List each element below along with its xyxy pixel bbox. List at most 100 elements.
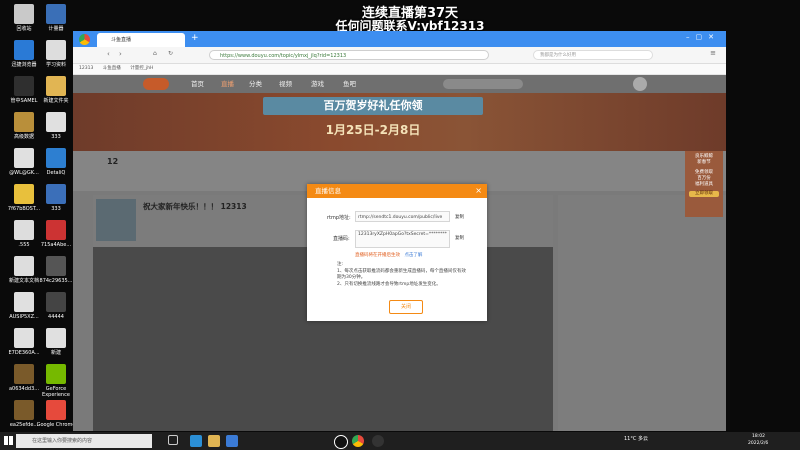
- new-tab-button[interactable]: +: [191, 33, 199, 43]
- desktop-icon-label: GeForce Experience: [42, 386, 70, 398]
- warning-message: 直播码将在开播后生效: [355, 253, 400, 258]
- desktop-icon[interactable]: DetaliQ: [36, 148, 76, 176]
- desktop-icon-image: [46, 40, 66, 60]
- key-label: 直播码:: [333, 236, 350, 242]
- note-1: 1、每次点击获取推流码都会重新生成直播码，每个直播间仅有效期为30分钟。: [337, 269, 466, 280]
- clock-time[interactable]: 18:02: [752, 434, 765, 439]
- desktop-icon[interactable]: 计量器: [36, 4, 76, 32]
- douyu-logo[interactable]: [143, 78, 169, 90]
- desktop-icon-image: [46, 292, 66, 312]
- folder-icon[interactable]: [208, 435, 220, 447]
- side-promo-title: 良乐鲸鲸 新春节: [695, 154, 713, 165]
- chrome-icon[interactable]: [352, 435, 364, 447]
- forward-icon[interactable]: ›: [119, 50, 122, 58]
- bookmark-2[interactable]: 斗鱼直播: [103, 66, 121, 71]
- desktop-icon-label: 新建文件夹: [43, 98, 69, 104]
- desktop-icon-label: Google Chrome: [36, 422, 76, 428]
- qq-icon[interactable]: [334, 435, 348, 449]
- desktop-icon-label: 715a4Abe...: [40, 242, 72, 248]
- menu-icon[interactable]: ≡: [710, 49, 716, 57]
- desktop-icon-image: [46, 220, 66, 240]
- desktop-icon-label: 44444: [48, 314, 64, 320]
- close-button[interactable]: 关闭: [389, 300, 423, 314]
- side-promo-gift: 免费领取 百万份 福利道具: [695, 170, 713, 187]
- copy-rtmp-button[interactable]: 复制: [455, 214, 464, 220]
- side-promo[interactable]: 良乐鲸鲸 新春节 免费领取 百万份 福利道具 立即领取: [685, 151, 723, 217]
- modal-header: 直播信息 ×: [307, 184, 487, 198]
- desktop-icon[interactable]: 874c29635...: [36, 256, 76, 284]
- start-icon[interactable]: [4, 436, 13, 445]
- desktop-icon[interactable]: 333: [36, 112, 76, 140]
- room-count: 12: [107, 157, 119, 166]
- desktop-icon-image: [14, 328, 34, 348]
- window-controls[interactable]: –▢✕: [686, 33, 720, 41]
- nav-game[interactable]: 游戏: [311, 75, 324, 93]
- desktop-icon[interactable]: 715a4Abe...: [36, 220, 76, 248]
- desktop-icon[interactable]: 新建文件夹: [36, 76, 76, 104]
- desktop-icon[interactable]: 333: [36, 184, 76, 212]
- url-input[interactable]: https://www.douyu.com/topic/ylmxj_jlq?ri…: [209, 50, 489, 60]
- desktop-icon-image: [46, 328, 66, 348]
- rtmp-field[interactable]: rtmp://sendtc1.douyu.com/public/live: [355, 211, 450, 222]
- desktop-icon-label: 333: [51, 134, 61, 140]
- nav-home[interactable]: 首页: [191, 75, 204, 93]
- browser-logo-icon[interactable]: [79, 34, 90, 45]
- weather[interactable]: 11°C 多云: [624, 435, 648, 442]
- desktop-icon-image: [14, 256, 34, 276]
- room-title: 祝大家新年快乐！！！ 12313: [143, 202, 247, 211]
- browser-tab[interactable]: 斗鱼直播: [97, 33, 185, 47]
- nav-live[interactable]: 直播: [221, 75, 234, 93]
- copy-key-button[interactable]: 复制: [455, 235, 464, 241]
- desktop-icon-image: [46, 148, 66, 168]
- edge-icon[interactable]: [190, 435, 202, 447]
- key-field[interactable]: 12313ryXZpH0apGo?txSecret=********: [355, 230, 450, 248]
- nav-video[interactable]: 视频: [279, 75, 292, 93]
- user-avatar[interactable]: [633, 77, 647, 91]
- home-icon[interactable]: ⌂: [153, 50, 157, 57]
- desktop-icon-label: 新建: [50, 350, 61, 356]
- store-icon[interactable]: [226, 435, 238, 447]
- task-view-icon[interactable]: [168, 435, 178, 445]
- side-promo-button[interactable]: 立即领取: [689, 191, 719, 197]
- desktop-icon[interactable]: Google Chrome: [36, 400, 76, 428]
- streamer-avatar[interactable]: [96, 199, 136, 241]
- desktop-icon-image: [14, 76, 34, 96]
- desktop-icon[interactable]: 学习资料: [36, 40, 76, 68]
- promo-banner[interactable]: 百万贺岁好礼任你领 1月25日-2月8日: [73, 93, 726, 151]
- modal-title: 直播信息: [315, 187, 341, 195]
- desktop-icon[interactable]: GeForce Experience: [36, 364, 76, 398]
- desktop-icon-image: [46, 364, 66, 384]
- desktop-icon-image: [46, 184, 66, 204]
- back-icon[interactable]: ‹: [107, 50, 110, 58]
- address-bar: ‹ › ⌂ ↻ https://www.douyu.com/topic/ylmx…: [73, 47, 726, 64]
- clock-date[interactable]: 2022/2/6: [748, 441, 768, 446]
- bookmark-3[interactable]: 计量控_jhH: [130, 66, 153, 71]
- learn-more-link[interactable]: 点击了解: [404, 253, 422, 258]
- bookmarks-bar: 12313 斗鱼直播 计量控_jhH: [73, 64, 726, 75]
- bookmark-1[interactable]: 12313: [79, 66, 93, 71]
- desktop-icon-image: [14, 184, 34, 204]
- banner-date: 1月25日-2月8日: [325, 123, 421, 137]
- taskbar-search-input[interactable]: 在这里输入你要搜索的内容: [16, 434, 152, 448]
- desktop-icon[interactable]: 新建: [36, 328, 76, 356]
- browser-search-box[interactable]: 我都是为什么好用: [533, 50, 653, 60]
- desktop-icon-label: 学习资料: [45, 62, 66, 68]
- taskbar: 在这里输入你要搜索的内容 11°C 多云 18:02 2022/2/6: [0, 432, 800, 450]
- desktop-icon-image: [14, 292, 34, 312]
- site-search-input[interactable]: [443, 79, 523, 89]
- desktop-icon-label: 333: [51, 206, 61, 212]
- obs-icon[interactable]: [372, 435, 384, 447]
- nav-fishbar[interactable]: 鱼吧: [343, 75, 356, 93]
- warning-text: 直播码将在开播后生效 点击了解: [355, 252, 422, 258]
- nav-category[interactable]: 分类: [249, 75, 262, 93]
- desktop-icon-label: 计量器: [48, 26, 64, 32]
- refresh-icon[interactable]: ↻: [168, 50, 173, 57]
- desktop-icon-image: [14, 112, 34, 132]
- close-icon[interactable]: ×: [475, 184, 482, 198]
- site-navbar: 首页 直播 分类 视频 游戏 鱼吧: [73, 75, 726, 93]
- desktop-icon[interactable]: 44444: [36, 292, 76, 320]
- note-2: 2、只有切换推流线路才会导致rtmp地址发生变化。: [337, 282, 441, 287]
- desktop-icon-image: [14, 364, 34, 384]
- desktop-icon-image: [14, 40, 34, 60]
- tab-title: 斗鱼直播: [111, 37, 132, 43]
